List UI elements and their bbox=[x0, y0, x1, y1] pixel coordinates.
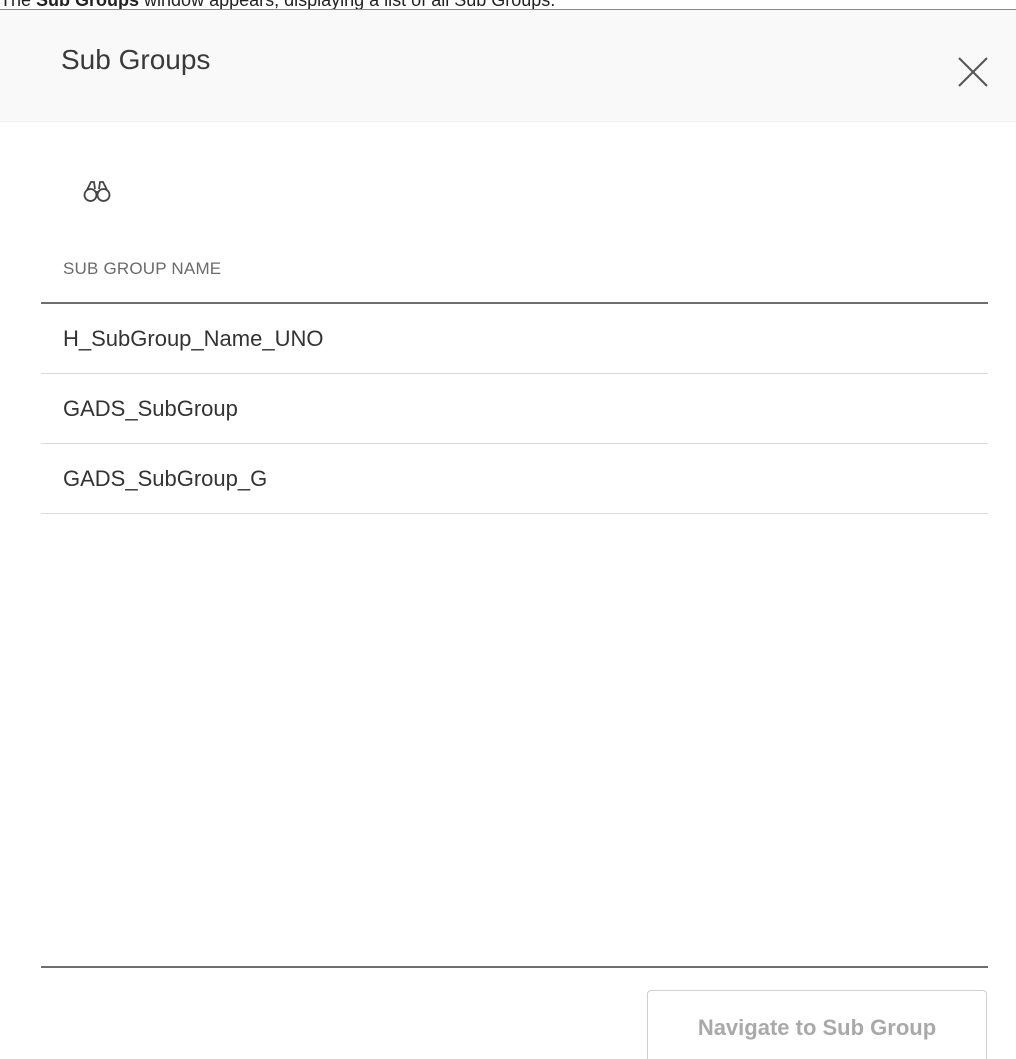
close-icon[interactable] bbox=[956, 55, 990, 89]
sub-group-name-cell: GADS_SubGroup_G bbox=[63, 466, 268, 491]
navigate-to-sub-group-button[interactable]: Navigate to Sub Group bbox=[647, 990, 987, 1059]
dialog-title: Sub Groups bbox=[61, 44, 211, 75]
column-header-sub-group-name[interactable]: SUB GROUP NAME bbox=[41, 240, 988, 304]
page: The Sub Groups window appears, displayin… bbox=[0, 0, 1016, 1059]
table-row[interactable]: H_SubGroup_Name_UNO bbox=[41, 304, 988, 374]
table-row[interactable]: GADS_SubGroup_G bbox=[41, 444, 988, 514]
column-header-label: SUB GROUP NAME bbox=[63, 259, 222, 278]
table-row[interactable]: GADS_SubGroup bbox=[41, 374, 988, 444]
sub-group-name-cell: GADS_SubGroup bbox=[63, 396, 238, 421]
sub-group-name-cell: H_SubGroup_Name_UNO bbox=[63, 326, 324, 351]
dialog-header: Sub Groups bbox=[0, 10, 1016, 122]
binoculars-icon[interactable] bbox=[83, 180, 111, 204]
sub-groups-grid: SUB GROUP NAME H_SubGroup_Name_UNO GADS_… bbox=[41, 240, 988, 514]
footer-divider bbox=[41, 966, 988, 968]
